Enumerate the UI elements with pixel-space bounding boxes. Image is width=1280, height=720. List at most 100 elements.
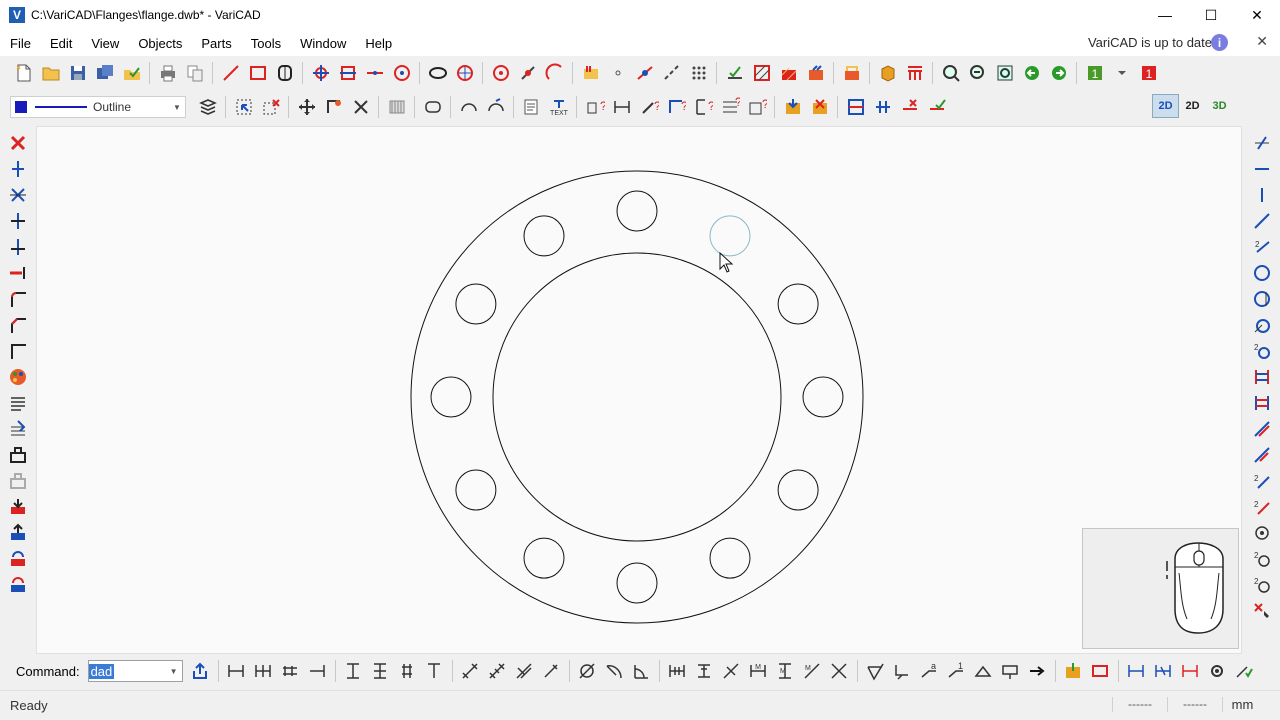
hatch-button[interactable] <box>748 61 775 85</box>
hatch-edit-button[interactable] <box>802 61 829 85</box>
break-vertical-icon[interactable] <box>5 156 31 182</box>
bolt-hole[interactable] <box>523 215 565 257</box>
point-button[interactable] <box>604 61 631 85</box>
drawing-canvas[interactable] <box>36 126 1242 654</box>
circle-center-button[interactable] <box>388 61 415 85</box>
line-type-select[interactable]: Outline ▼ <box>10 96 186 118</box>
delete-cursor-icon[interactable] <box>1249 598 1275 624</box>
dim-measure-aligned-icon[interactable]: M <box>799 659 826 683</box>
3d-box-button[interactable] <box>874 61 901 85</box>
menu-edit[interactable]: Edit <box>40 36 81 51</box>
menu-parts[interactable]: Parts <box>191 36 240 51</box>
block-insert-button[interactable] <box>779 95 806 119</box>
bolt-hole[interactable] <box>523 537 565 579</box>
dim-aligned-base-icon[interactable] <box>511 659 538 683</box>
dim-query-2-button[interactable]: ? <box>635 95 662 119</box>
trim-button[interactable] <box>842 95 869 119</box>
properties-button[interactable] <box>518 95 545 119</box>
snap-center-button[interactable] <box>487 61 514 85</box>
snap-mid-button[interactable] <box>514 61 541 85</box>
dim-thread-icon[interactable] <box>664 659 691 683</box>
break-button[interactable] <box>896 95 923 119</box>
layers-stack-button[interactable] <box>194 95 221 119</box>
corner-icon[interactable] <box>5 338 31 364</box>
bolt-hole[interactable] <box>709 537 751 579</box>
parallel-lines-icon[interactable] <box>1249 364 1275 390</box>
snap-arc-button[interactable] <box>541 61 568 85</box>
move-button[interactable] <box>293 95 320 119</box>
dim-vertical-button[interactable]: ? <box>689 95 716 119</box>
new-file-button[interactable] <box>10 61 37 85</box>
dim-measure-icon[interactable]: M <box>745 659 772 683</box>
command-input[interactable]: dad <box>88 663 115 679</box>
dim-edit-button[interactable]: ? <box>716 95 743 119</box>
draw-line-button[interactable] <box>217 61 244 85</box>
layer-dropdown-icon[interactable] <box>1108 61 1135 85</box>
dim-aligned-ordinate-icon[interactable] <box>538 659 565 683</box>
dim-settings-icon[interactable] <box>1204 659 1231 683</box>
dim-aligned-icon[interactable] <box>457 659 484 683</box>
position-label-icon[interactable]: 1 <box>943 659 970 683</box>
dim-diameter-icon[interactable] <box>574 659 601 683</box>
dim-radius-icon[interactable] <box>601 659 628 683</box>
weld-symbol-icon[interactable] <box>889 659 916 683</box>
points-line-button[interactable] <box>658 61 685 85</box>
color-1-button[interactable]: 1 <box>1135 61 1162 85</box>
cancel-icon[interactable] <box>5 130 31 156</box>
point-pair-button[interactable] <box>631 61 658 85</box>
transfer-icon[interactable] <box>5 520 31 546</box>
zoom-all-button[interactable] <box>937 61 964 85</box>
tangent-circle-icon[interactable] <box>1249 520 1275 546</box>
fill-button[interactable] <box>838 61 865 85</box>
maximize-button[interactable]: ☐ <box>1188 0 1234 30</box>
menu-file[interactable]: File <box>0 36 40 51</box>
dim-confirm-icon[interactable] <box>1231 659 1258 683</box>
dim-edit-2-icon[interactable] <box>1150 659 1177 683</box>
menu-window[interactable]: Window <box>290 36 355 51</box>
dim-linear-icon[interactable] <box>223 659 250 683</box>
confirm-button[interactable] <box>923 95 950 119</box>
command-submit-icon[interactable] <box>187 659 214 683</box>
menu-help[interactable]: Help <box>355 36 401 51</box>
extend-vertical-icon[interactable] <box>5 234 31 260</box>
circle-2-icon[interactable]: 2 <box>1249 338 1275 364</box>
zoom-window-button[interactable] <box>991 61 1018 85</box>
datum-icon[interactable] <box>997 659 1024 683</box>
ellipse-button[interactable] <box>424 61 451 85</box>
rounded-rect-button[interactable] <box>419 95 446 119</box>
select-objects-button[interactable] <box>230 95 257 119</box>
bolt-hole[interactable] <box>455 469 497 511</box>
angled-line-2-icon[interactable]: 2 <box>1249 234 1275 260</box>
rotate-ccw-icon[interactable] <box>5 546 31 572</box>
hatch-delete-button[interactable] <box>775 61 802 85</box>
split-icon[interactable] <box>5 182 31 208</box>
dim-radius-button[interactable]: ? <box>743 95 770 119</box>
flange-inner-circle[interactable] <box>492 252 782 542</box>
open-file-button[interactable] <box>37 61 64 85</box>
dim-angle-icon[interactable] <box>628 659 655 683</box>
chevron-down-icon[interactable]: ▼ <box>170 667 178 676</box>
arc-dimension-button[interactable] <box>482 95 509 119</box>
block-delete-button[interactable] <box>806 95 833 119</box>
zoom-out-button[interactable] <box>964 61 991 85</box>
arrow-icon[interactable] <box>1024 659 1051 683</box>
geometric-tolerance-icon[interactable] <box>970 659 997 683</box>
edit-text-icon[interactable] <box>5 416 31 442</box>
dim-ordinate-icon[interactable] <box>304 659 331 683</box>
view-3d-button[interactable]: 3D <box>1206 94 1233 118</box>
rotate-cw-icon[interactable] <box>5 572 31 598</box>
bolt-hole[interactable] <box>802 376 844 418</box>
zoom-previous-button[interactable] <box>1018 61 1045 85</box>
offset-2-icon[interactable] <box>1249 442 1275 468</box>
dim-baseline-icon[interactable] <box>277 659 304 683</box>
dim-vertical-base-icon[interactable] <box>394 659 421 683</box>
menu-view[interactable]: View <box>81 36 128 51</box>
tangent-circle-3-icon[interactable]: 2 <box>1249 572 1275 598</box>
dim-tolerance-2-icon[interactable] <box>718 659 745 683</box>
dim-measure-diag-icon[interactable] <box>826 659 853 683</box>
color-palette-icon[interactable] <box>5 364 31 390</box>
menu-objects[interactable]: Objects <box>128 36 191 51</box>
dim-edit-3-icon[interactable] <box>1177 659 1204 683</box>
hatch-pattern-button[interactable] <box>383 95 410 119</box>
dim-angle-button[interactable]: ? <box>662 95 689 119</box>
